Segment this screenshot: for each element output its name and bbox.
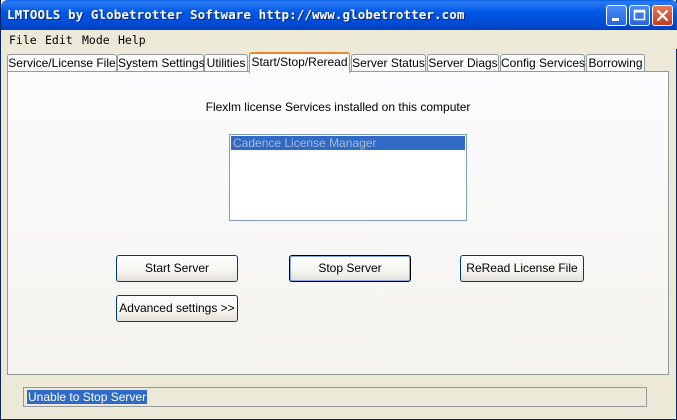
minimize-icon — [612, 18, 619, 21]
status-message: Unable to Stop Server — [27, 390, 148, 404]
window-title: LMTOOLS by Globetrotter Software http://… — [7, 7, 465, 22]
start-stop-panel: Flexlm license Services installed on thi… — [7, 71, 669, 375]
close-button[interactable] — [652, 5, 673, 26]
status-bar: Unable to Stop Server — [23, 387, 647, 407]
advanced-settings-button[interactable]: Advanced settings >> — [116, 295, 238, 322]
tab-strip: Service/License File System Settings Uti… — [7, 52, 667, 73]
close-icon — [656, 9, 669, 22]
tab-config-services[interactable]: Config Services — [500, 54, 585, 72]
tab-service-license-file[interactable]: Service/License File — [7, 54, 117, 72]
maximize-button[interactable] — [629, 5, 650, 26]
lmtools-window: LMTOOLS by Globetrotter Software http://… — [0, 0, 677, 420]
minimize-button[interactable] — [606, 5, 627, 26]
start-server-button[interactable]: Start Server — [116, 255, 238, 282]
reread-license-file-button[interactable]: ReRead License File — [460, 255, 584, 282]
stop-server-button[interactable]: Stop Server — [289, 255, 411, 282]
services-listbox[interactable]: Cadence License Manager — [229, 134, 467, 221]
menu-edit[interactable]: Edit — [45, 33, 73, 47]
tab-utilities[interactable]: Utilities — [204, 54, 248, 72]
menu-bar: File Edit Mode Help — [1, 30, 677, 49]
menu-mode[interactable]: Mode — [82, 33, 110, 47]
menu-help[interactable]: Help — [118, 33, 146, 47]
title-bar[interactable]: LMTOOLS by Globetrotter Software http://… — [1, 0, 677, 30]
tab-server-status[interactable]: Server Status — [351, 54, 426, 72]
maximize-icon — [633, 9, 646, 21]
tab-server-diags[interactable]: Server Diags — [427, 54, 499, 72]
tab-system-settings[interactable]: System Settings — [117, 54, 205, 72]
menu-file[interactable]: File — [9, 33, 37, 47]
tab-start-stop-reread[interactable]: Start/Stop/Reread — [249, 52, 350, 73]
services-caption: Flexlm license Services installed on thi… — [205, 100, 471, 114]
tab-borrowing[interactable]: Borrowing — [586, 54, 645, 72]
list-item[interactable]: Cadence License Manager — [231, 136, 465, 150]
